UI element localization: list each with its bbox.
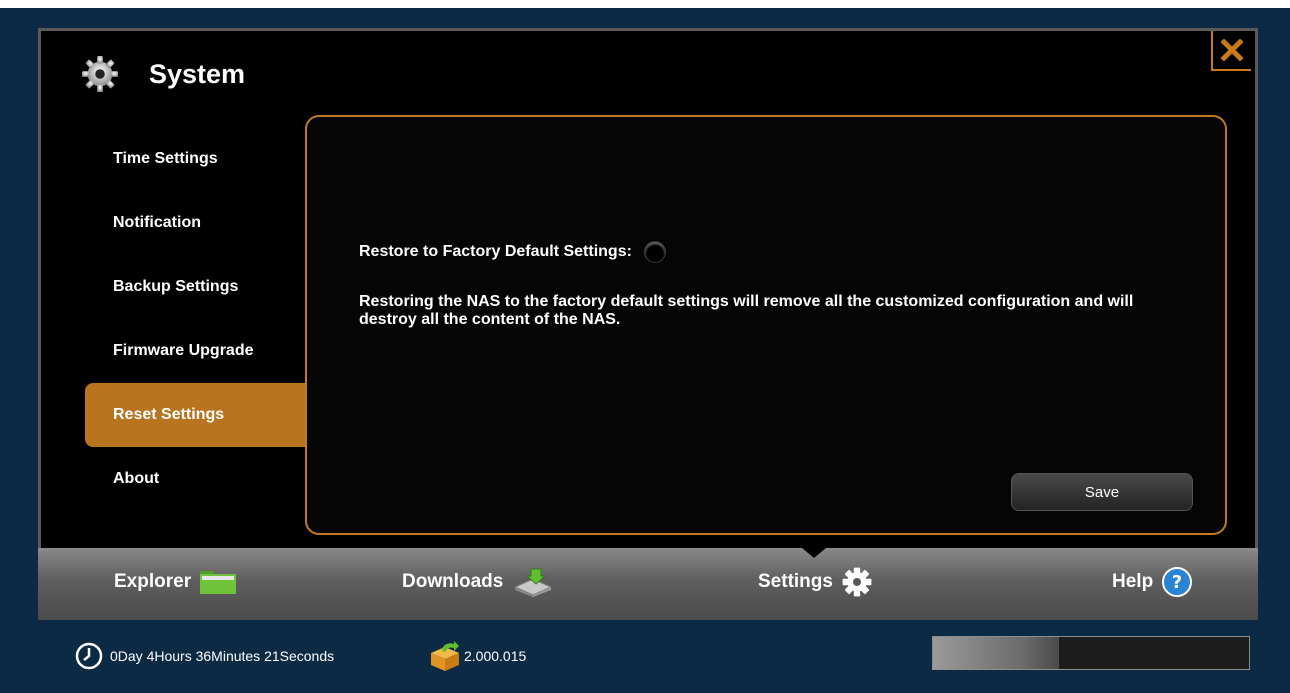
system-window: System Time Settings Notification Backup… (38, 28, 1258, 620)
tab-settings[interactable]: Settings (758, 562, 873, 602)
gear-icon (81, 55, 119, 93)
help-icon: ? (1162, 567, 1193, 597)
sidebar-item-backup-settings[interactable]: Backup Settings (85, 255, 305, 319)
window-title-area: System (81, 55, 245, 93)
progress-bar (932, 636, 1250, 670)
tab-help-label: Help (1112, 571, 1154, 592)
page-top-strip (0, 0, 1290, 8)
restore-default-label: Restore to Factory Default Settings: (359, 243, 632, 260)
reset-settings-panel: Restore to Factory Default Settings: Res… (305, 115, 1227, 535)
package-update-icon (431, 641, 459, 671)
sidebar-item-firmware-upgrade[interactable]: Firmware Upgrade (85, 319, 305, 383)
restore-default-row: Restore to Factory Default Settings: (359, 241, 666, 263)
restore-warning-text: Restoring the NAS to the factory default… (359, 293, 1134, 328)
restore-default-radio[interactable] (643, 241, 666, 263)
folder-icon (200, 571, 237, 594)
sidebar-item-reset-settings[interactable]: Reset Settings (85, 383, 305, 447)
sidebar-item-about[interactable]: About (85, 447, 305, 511)
close-icon (1221, 39, 1243, 61)
active-tab-pointer (802, 548, 826, 558)
settings-sidebar: Time Settings Notification Backup Settin… (85, 127, 315, 511)
progress-bar-fill (933, 637, 1060, 669)
tab-downloads[interactable]: Downloads (402, 562, 555, 602)
tab-settings-label: Settings (758, 571, 833, 592)
clock-icon (75, 642, 103, 670)
sidebar-item-notification[interactable]: Notification (85, 191, 305, 255)
uptime-status: 0Day 4Hours 36Minutes 21Seconds (74, 640, 334, 672)
version-text: 2.000.015 (464, 648, 527, 664)
close-button[interactable] (1211, 31, 1251, 71)
uptime-text: 0Day 4Hours 36Minutes 21Seconds (110, 648, 335, 664)
tab-downloads-label: Downloads (402, 571, 504, 592)
svg-text:?: ? (1172, 572, 1182, 593)
bottom-tab-bar: Explorer Downloads Settings Help ? (38, 548, 1258, 620)
tab-help[interactable]: Help ? (1112, 562, 1193, 602)
download-drive-icon (514, 568, 553, 597)
tab-explorer-label: Explorer (114, 571, 192, 592)
window-title: System (149, 58, 246, 89)
version-status: 2.000.015 (428, 640, 526, 672)
gear-icon (842, 567, 872, 597)
sidebar-item-time-settings[interactable]: Time Settings (85, 127, 305, 191)
save-button[interactable]: Save (1011, 473, 1193, 511)
tab-explorer[interactable]: Explorer (114, 562, 237, 602)
